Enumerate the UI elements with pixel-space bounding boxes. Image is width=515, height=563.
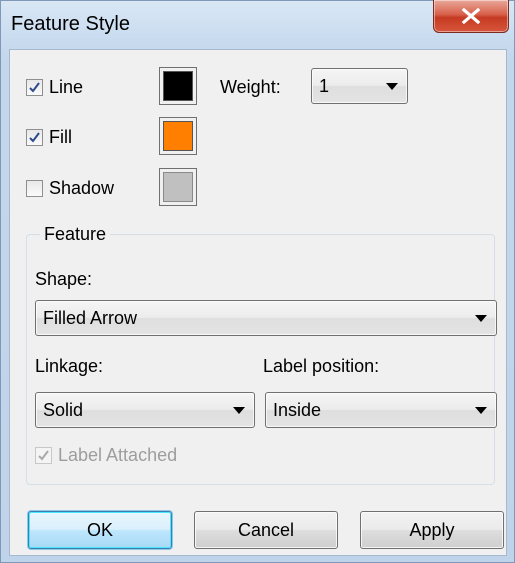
shape-label: Shape: <box>35 269 93 289</box>
line-color-swatch[interactable] <box>159 67 197 105</box>
cancel-button[interactable]: Cancel <box>194 511 338 549</box>
line-checkbox-row[interactable]: Line <box>26 77 83 98</box>
dialog-title: Feature Style <box>11 13 130 35</box>
chevron-down-icon <box>475 407 487 414</box>
line-checkbox[interactable] <box>26 79 43 96</box>
shadow-color-fill <box>163 172 193 202</box>
fill-checkbox-row[interactable]: Fill <box>26 127 72 148</box>
shadow-checkbox-row[interactable]: Shadow <box>26 178 114 199</box>
shadow-color-swatch[interactable] <box>159 168 197 206</box>
chevron-down-icon <box>233 407 245 414</box>
label-position-select[interactable]: Inside <box>265 392 497 428</box>
label-attached-checkbox[interactable] <box>35 447 52 464</box>
fill-color-swatch[interactable] <box>159 117 197 155</box>
close-icon <box>461 8 481 24</box>
label-attached-checkbox-row[interactable]: Label Attached <box>35 445 177 466</box>
checkmark-icon <box>38 450 49 461</box>
shadow-label: Shadow <box>49 178 115 198</box>
weight-select[interactable]: 1 <box>311 68 408 104</box>
line-label: Line <box>49 77 84 97</box>
shape-value: Filled Arrow <box>43 307 138 328</box>
chevron-down-icon <box>386 83 398 90</box>
weight-label: Weight: <box>220 77 281 97</box>
label-position-label: Label position: <box>263 356 380 376</box>
fill-color-fill <box>163 121 193 151</box>
weight-value: 1 <box>319 75 330 96</box>
linkage-select[interactable]: Solid <box>35 392 255 428</box>
ok-button[interactable]: OK <box>28 511 172 549</box>
feature-style-dialog: Feature Style Line Weight: 1 Fill Shadow… <box>0 0 515 563</box>
chevron-down-icon <box>475 315 487 322</box>
fill-checkbox[interactable] <box>26 129 43 146</box>
checkmark-icon <box>29 132 40 143</box>
feature-group-title: Feature <box>40 224 111 245</box>
linkage-label: Linkage: <box>35 356 104 376</box>
shadow-checkbox[interactable] <box>26 180 43 197</box>
label-position-value: Inside <box>273 399 322 420</box>
apply-button[interactable]: Apply <box>360 511 504 549</box>
shape-select[interactable]: Filled Arrow <box>35 300 497 336</box>
dialog-client-area: Line Weight: 1 Fill Shadow Feature Shape… <box>9 49 507 556</box>
close-button[interactable] <box>433 0 509 33</box>
label-attached-label: Label Attached <box>58 445 178 465</box>
line-color-fill <box>163 71 193 101</box>
title-bar[interactable]: Feature Style <box>1 0 515 49</box>
linkage-value: Solid <box>43 399 84 420</box>
checkmark-icon <box>29 82 40 93</box>
fill-label: Fill <box>49 127 72 147</box>
